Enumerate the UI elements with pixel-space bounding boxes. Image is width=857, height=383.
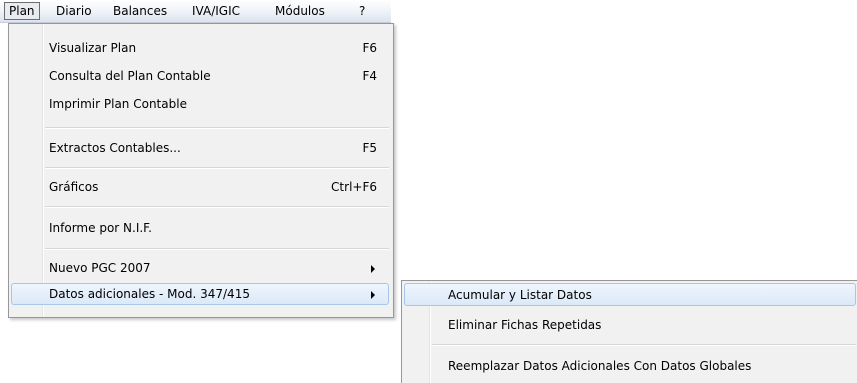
- menu-item-label: Acumular y Listar Datos: [448, 288, 592, 302]
- plan-dropdown-menu: Visualizar Plan F6 Consulta del Plan Con…: [8, 23, 394, 318]
- submenu-arrow-icon: [371, 291, 375, 299]
- menu-separator: [45, 248, 389, 250]
- menu-plan[interactable]: Plan: [4, 2, 40, 20]
- menu-item-shortcut: F5: [362, 141, 377, 155]
- menu-item-label: Extractos Contables...: [49, 141, 181, 155]
- menu-diario[interactable]: Diario: [52, 3, 96, 19]
- menu-item-graficos[interactable]: Gráficos Ctrl+F6: [11, 176, 389, 198]
- menu-item-reemplazar-datos[interactable]: Reemplazar Datos Adicionales Con Datos G…: [404, 355, 856, 377]
- menu-item-label: Eliminar Fichas Repetidas: [448, 318, 602, 332]
- menu-item-label: Nuevo PGC 2007: [49, 261, 151, 275]
- submenu-arrow-icon: [371, 265, 375, 273]
- menu-help[interactable]: ?: [355, 3, 369, 19]
- menu-item-label: Visualizar Plan: [49, 41, 137, 55]
- menu-separator: [45, 206, 389, 208]
- menu-iva-igic[interactable]: IVA/IGIC: [188, 3, 244, 19]
- menu-item-informe-nif[interactable]: Informe por N.I.F.: [11, 217, 389, 239]
- menu-item-shortcut: F6: [362, 41, 377, 55]
- menu-item-shortcut: Ctrl+F6: [331, 180, 377, 194]
- menu-item-acumular-listar[interactable]: Acumular y Listar Datos: [404, 283, 856, 306]
- menu-item-eliminar-fichas[interactable]: Eliminar Fichas Repetidas: [404, 314, 856, 336]
- menu-separator: [45, 167, 389, 169]
- menu-item-label: Imprimir Plan Contable: [49, 97, 187, 111]
- menu-balances[interactable]: Balances: [109, 3, 171, 19]
- menu-modulos[interactable]: Módulos: [271, 3, 329, 19]
- menu-item-consulta-plan[interactable]: Consulta del Plan Contable F4: [11, 65, 389, 87]
- menu-separator: [432, 344, 856, 346]
- menu-item-shortcut: F4: [362, 69, 377, 83]
- menu-item-visualizar-plan[interactable]: Visualizar Plan F6: [11, 37, 389, 59]
- menu-separator: [45, 127, 389, 129]
- menu-bar: Plan Diario Balances IVA/IGIC Módulos ?: [0, 0, 391, 23]
- menu-item-imprimir-plan[interactable]: Imprimir Plan Contable: [11, 93, 389, 115]
- menu-item-datos-adicionales[interactable]: Datos adicionales - Mod. 347/415: [11, 283, 389, 305]
- menu-item-nuevo-pgc[interactable]: Nuevo PGC 2007: [11, 257, 389, 279]
- menu-item-extractos[interactable]: Extractos Contables... F5: [11, 137, 389, 159]
- menu-item-label: Reemplazar Datos Adicionales Con Datos G…: [448, 359, 752, 373]
- menu-item-label: Gráficos: [49, 180, 99, 194]
- datos-adicionales-submenu: Acumular y Listar Datos Eliminar Fichas …: [401, 280, 857, 383]
- menu-item-label: Consulta del Plan Contable: [49, 69, 211, 83]
- menu-item-label: Informe por N.I.F.: [49, 221, 152, 235]
- menu-item-label: Datos adicionales - Mod. 347/415: [49, 287, 250, 301]
